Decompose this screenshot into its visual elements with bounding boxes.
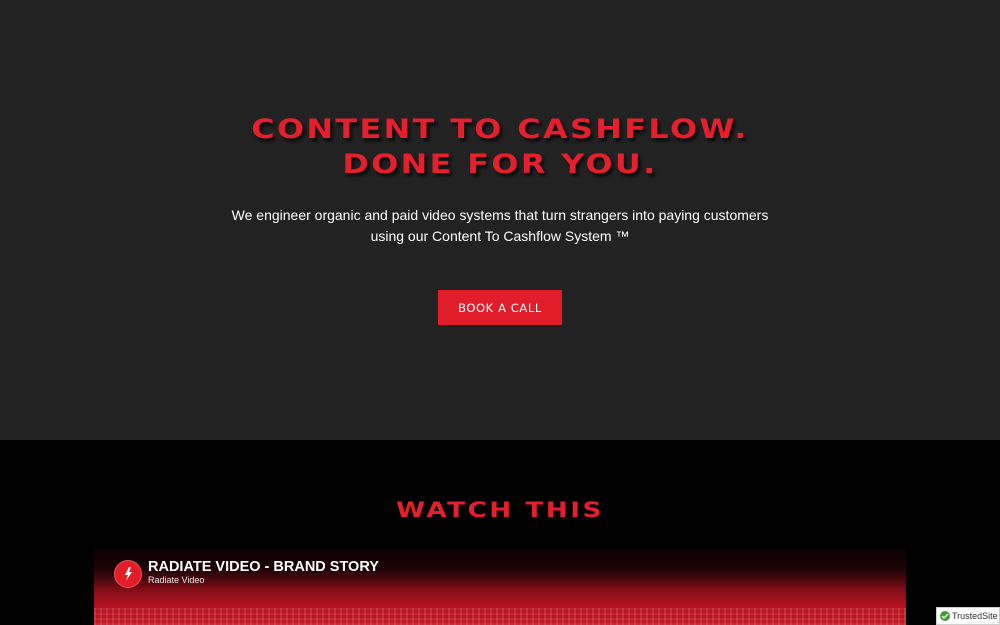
hero-subtitle: We engineer organic and paid video syste… bbox=[200, 205, 800, 247]
book-a-call-button[interactable]: BOOK A CALL bbox=[438, 290, 562, 325]
trustedsite-badge[interactable]: TrustedSite bbox=[936, 607, 1000, 625]
hero-title-line-2: DONE FOR YOU. bbox=[342, 149, 658, 180]
video-player[interactable]: RADIATE VIDEO - BRAND STORY Radiate Vide… bbox=[94, 550, 906, 625]
trustedsite-label: TrustedSite bbox=[952, 611, 998, 621]
radiate-video-logo-icon[interactable] bbox=[114, 560, 142, 588]
hero-section: CONTENT TO CASHFLOW. DONE FOR YOU. We en… bbox=[0, 0, 1000, 440]
watch-this-heading: WATCH THIS bbox=[396, 498, 604, 522]
video-title[interactable]: RADIATE VIDEO - BRAND STORY bbox=[148, 558, 379, 576]
video-channel-name[interactable]: Radiate Video bbox=[148, 575, 204, 586]
hero-title-line-1: CONTENT TO CASHFLOW. bbox=[251, 114, 749, 145]
video-thumbnail-texture bbox=[94, 608, 906, 625]
hero-title: CONTENT TO CASHFLOW. DONE FOR YOU. bbox=[0, 112, 1000, 182]
hero-subtitle-line-2: using our Content To Cashflow System ™ bbox=[370, 228, 630, 244]
checkmark-icon bbox=[940, 611, 950, 621]
hero-subtitle-line-1: We engineer organic and paid video syste… bbox=[231, 207, 769, 223]
